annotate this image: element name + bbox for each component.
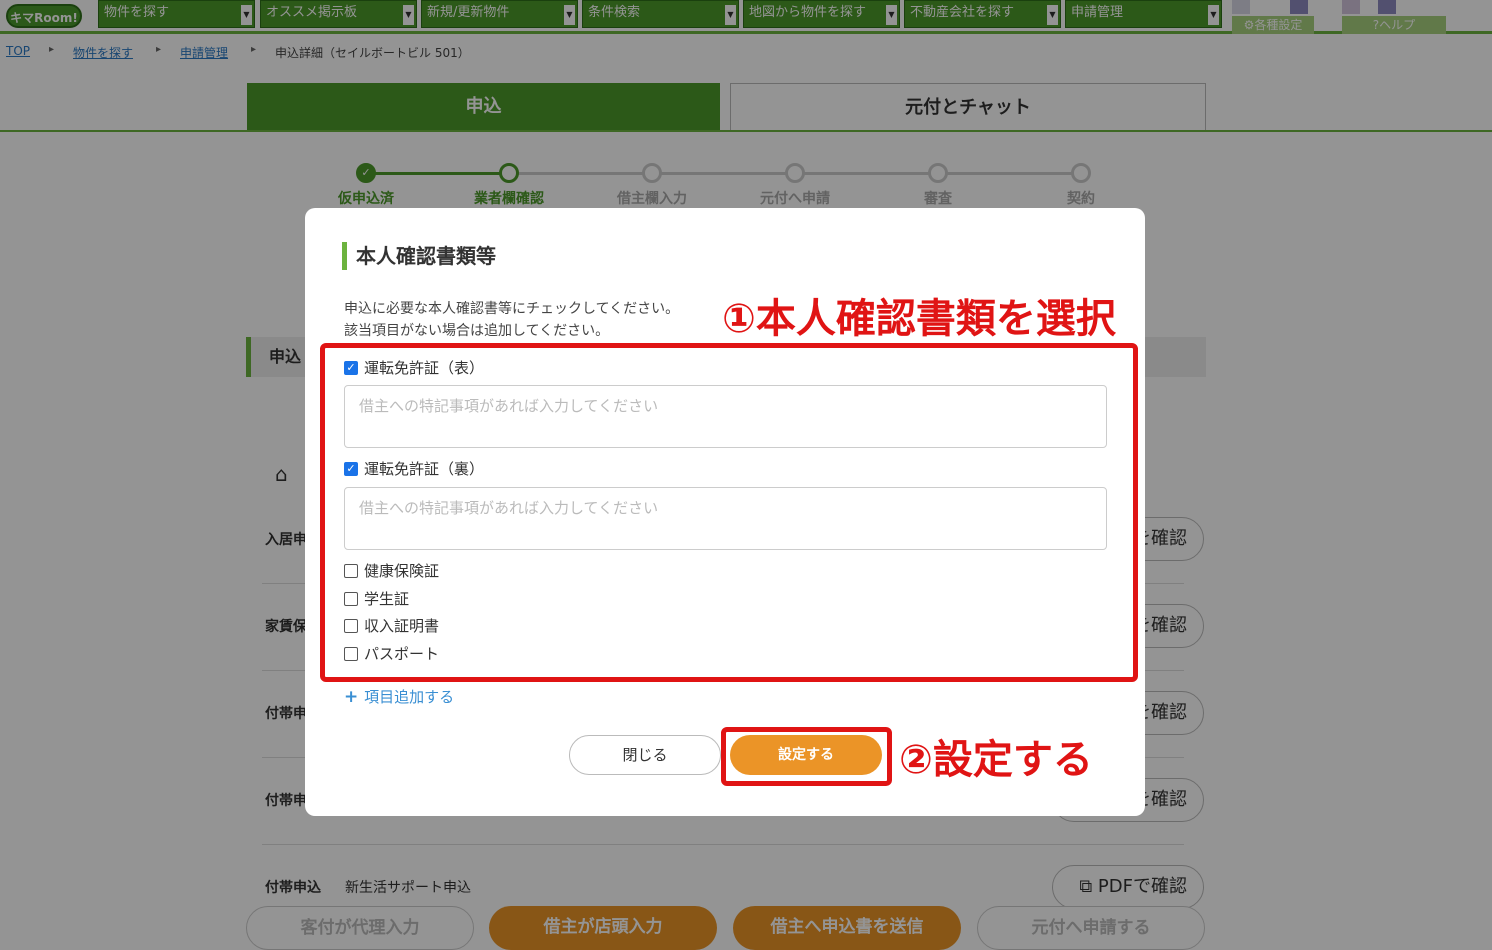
annotation-select-documents: ①本人確認書類を選択 xyxy=(722,296,1116,342)
close-button[interactable]: 閉じる xyxy=(569,735,721,775)
plus-icon: + xyxy=(344,687,365,707)
modal-description: 該当項目がない場合は追加してください。 xyxy=(344,323,610,339)
highlight-box-set-button xyxy=(721,727,892,786)
annotation-set: ②設定する xyxy=(899,737,1093,783)
modal-description: 申込に必要な本人確認書等にチェックしてください。 xyxy=(344,301,680,317)
highlight-box-documents xyxy=(320,343,1138,682)
modal-title: 本人確認書類等 xyxy=(342,242,496,270)
add-item-link[interactable]: + 項目追加する xyxy=(344,686,454,707)
